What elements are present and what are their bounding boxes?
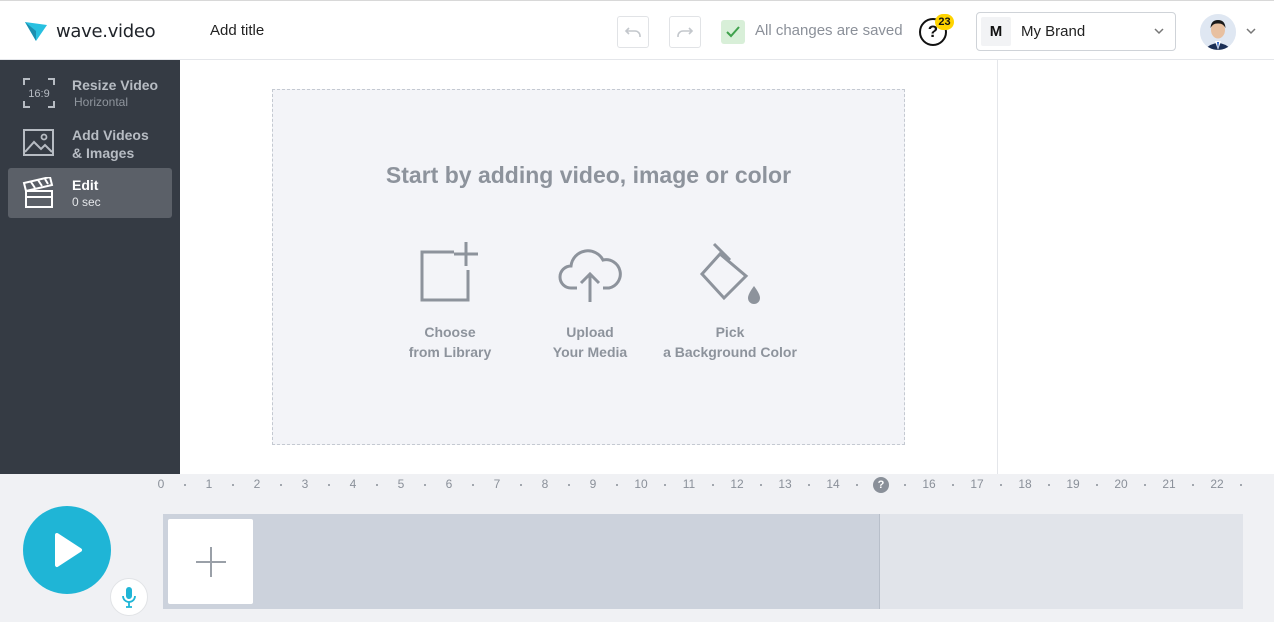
ruler-tick-mark: [520, 484, 522, 486]
ruler-tick-label: 22: [1210, 477, 1224, 491]
ruler-tick-mark: [1048, 484, 1050, 486]
ruler-tick-mark: [376, 484, 378, 486]
video-track[interactable]: [163, 514, 1243, 609]
chevron-down-icon: [1154, 28, 1164, 35]
brand-name: My Brand: [1021, 23, 1086, 40]
ruler-tick-mark: [904, 484, 906, 486]
sidebar: 16:9 Resize Video Horizontal Add Videos …: [0, 60, 180, 474]
canvas-area: Start by adding video, image or color Ch…: [180, 60, 998, 474]
ruler-tick-label: 6: [445, 477, 453, 491]
ruler-tick-mark: [472, 484, 474, 486]
ruler-tick-label: 14: [826, 477, 840, 491]
ruler-tick-mark: [232, 484, 234, 486]
voiceover-button[interactable]: [110, 578, 148, 616]
sidebar-item-label: Edit: [72, 177, 99, 193]
ruler-tick-label: 10: [634, 477, 648, 491]
top-toolbar: wave.video Add title All changes are sav…: [0, 0, 1274, 60]
brand-selector[interactable]: M My Brand: [976, 12, 1176, 51]
ruler-tick-mark: [664, 484, 666, 486]
ruler-tick-mark: [184, 484, 186, 486]
ruler-tick-label: 13: [778, 477, 792, 491]
aspect-ratio-icon: 16:9: [23, 78, 55, 108]
dropzone-title: Start by adding video, image or color: [385, 162, 792, 188]
ruler-tick-label: 5: [397, 477, 405, 491]
ruler-tick-label: 8: [541, 477, 549, 491]
logo[interactable]: wave.video: [24, 19, 156, 43]
redo-icon: [677, 27, 694, 37]
ruler-tick-label: 17: [970, 477, 984, 491]
brand-initial: M: [981, 17, 1011, 46]
sidebar-item-add-media[interactable]: Add Videos & Images: [8, 118, 172, 168]
video-title-input[interactable]: Add title: [210, 22, 264, 39]
ruler-tick-mark: [712, 484, 714, 486]
ruler-tick-label: 4: [349, 477, 357, 491]
ruler-tick-mark: [328, 484, 330, 486]
sidebar-item-label: Resize Video: [72, 77, 159, 93]
play-icon: [55, 533, 82, 567]
chevron-down-icon[interactable]: [1245, 25, 1257, 37]
media-dropzone[interactable]: Start by adding video, image or color Ch…: [272, 89, 905, 445]
add-library-icon: [420, 242, 478, 302]
sidebar-item-sub: Horizontal: [74, 95, 129, 109]
ruler-tick-label: 9: [589, 477, 597, 491]
time-ruler[interactable]: 0 1 2 3 4 5 6 7 8 9 10 11 12 13 14? 16 17 18 19 20 21 22: [0, 474, 1274, 496]
clapperboard-icon: [22, 177, 54, 208]
ruler-tick-label: 12: [730, 477, 744, 491]
upload-media-button[interactable]: Upload Your Media: [515, 234, 665, 362]
ruler-tick-mark: [1240, 484, 1242, 486]
ruler-tick-mark: [1000, 484, 1002, 486]
plus-icon: [195, 546, 226, 577]
play-button[interactable]: [23, 506, 111, 594]
choose-from-library-button[interactable]: Choose from Library: [375, 234, 525, 362]
ruler-tick-label: 19: [1066, 477, 1080, 491]
track-region: [163, 514, 880, 609]
pick-background-color-button[interactable]: Pick a Background Color: [655, 234, 805, 362]
ruler-tick-label: 0: [157, 477, 165, 491]
sidebar-item-sub: 0 sec: [72, 195, 101, 209]
ruler-tick-label: 3: [301, 477, 309, 491]
notification-badge: 23: [935, 14, 954, 30]
ruler-tick-mark: [424, 484, 426, 486]
sidebar-item-label: Add Videos & Images: [72, 127, 149, 161]
ruler-tick-label: 11: [682, 477, 696, 491]
paint-bucket-icon: [699, 242, 760, 304]
ruler-tick-mark: [280, 484, 282, 486]
user-avatar[interactable]: [1200, 14, 1236, 50]
svg-text:16:9: 16:9: [28, 88, 49, 100]
ruler-tick-mark: [1096, 484, 1098, 486]
ruler-tick-label: 18: [1018, 477, 1032, 491]
ruler-tick-mark: [616, 484, 618, 486]
ruler-tick-mark: [568, 484, 570, 486]
sidebar-item-edit[interactable]: Edit 0 sec: [8, 168, 172, 218]
ruler-tick-mark: [808, 484, 810, 486]
ruler-tick-label: 2: [253, 477, 261, 491]
image-icon: [23, 129, 54, 156]
undo-button[interactable]: [617, 16, 649, 48]
ruler-tick-label: 20: [1114, 477, 1128, 491]
ruler-tick-mark: [1144, 484, 1146, 486]
microphone-icon: [122, 587, 136, 608]
add-clip-button[interactable]: [168, 519, 253, 604]
ruler-tick-mark: [856, 484, 858, 486]
cloud-upload-icon: [558, 249, 622, 302]
ruler-tick-mark: [952, 484, 954, 486]
logo-text: wave.video: [56, 20, 156, 42]
ruler-tick-mark: [1192, 484, 1194, 486]
ruler-tick-label: 7: [493, 477, 501, 491]
ruler-tick-label: 21: [1162, 477, 1176, 491]
ruler-tick-label: 1: [205, 477, 213, 491]
ruler-tick-mark: [760, 484, 762, 486]
ruler-tick-label: 16: [922, 477, 936, 491]
save-status: All changes are saved: [755, 22, 903, 39]
timeline: 0 1 2 3 4 5 6 7 8 9 10 11 12 13 14? 16 17 18 19 20 21 22: [0, 474, 1274, 622]
sidebar-item-resize-video[interactable]: 16:9 Resize Video Horizontal: [8, 68, 172, 118]
redo-button[interactable]: [669, 16, 701, 48]
playhead-marker[interactable]: ?: [873, 477, 889, 493]
undo-icon: [624, 27, 641, 37]
saved-check-icon: [721, 20, 745, 44]
wave-logo-icon: [25, 22, 47, 41]
